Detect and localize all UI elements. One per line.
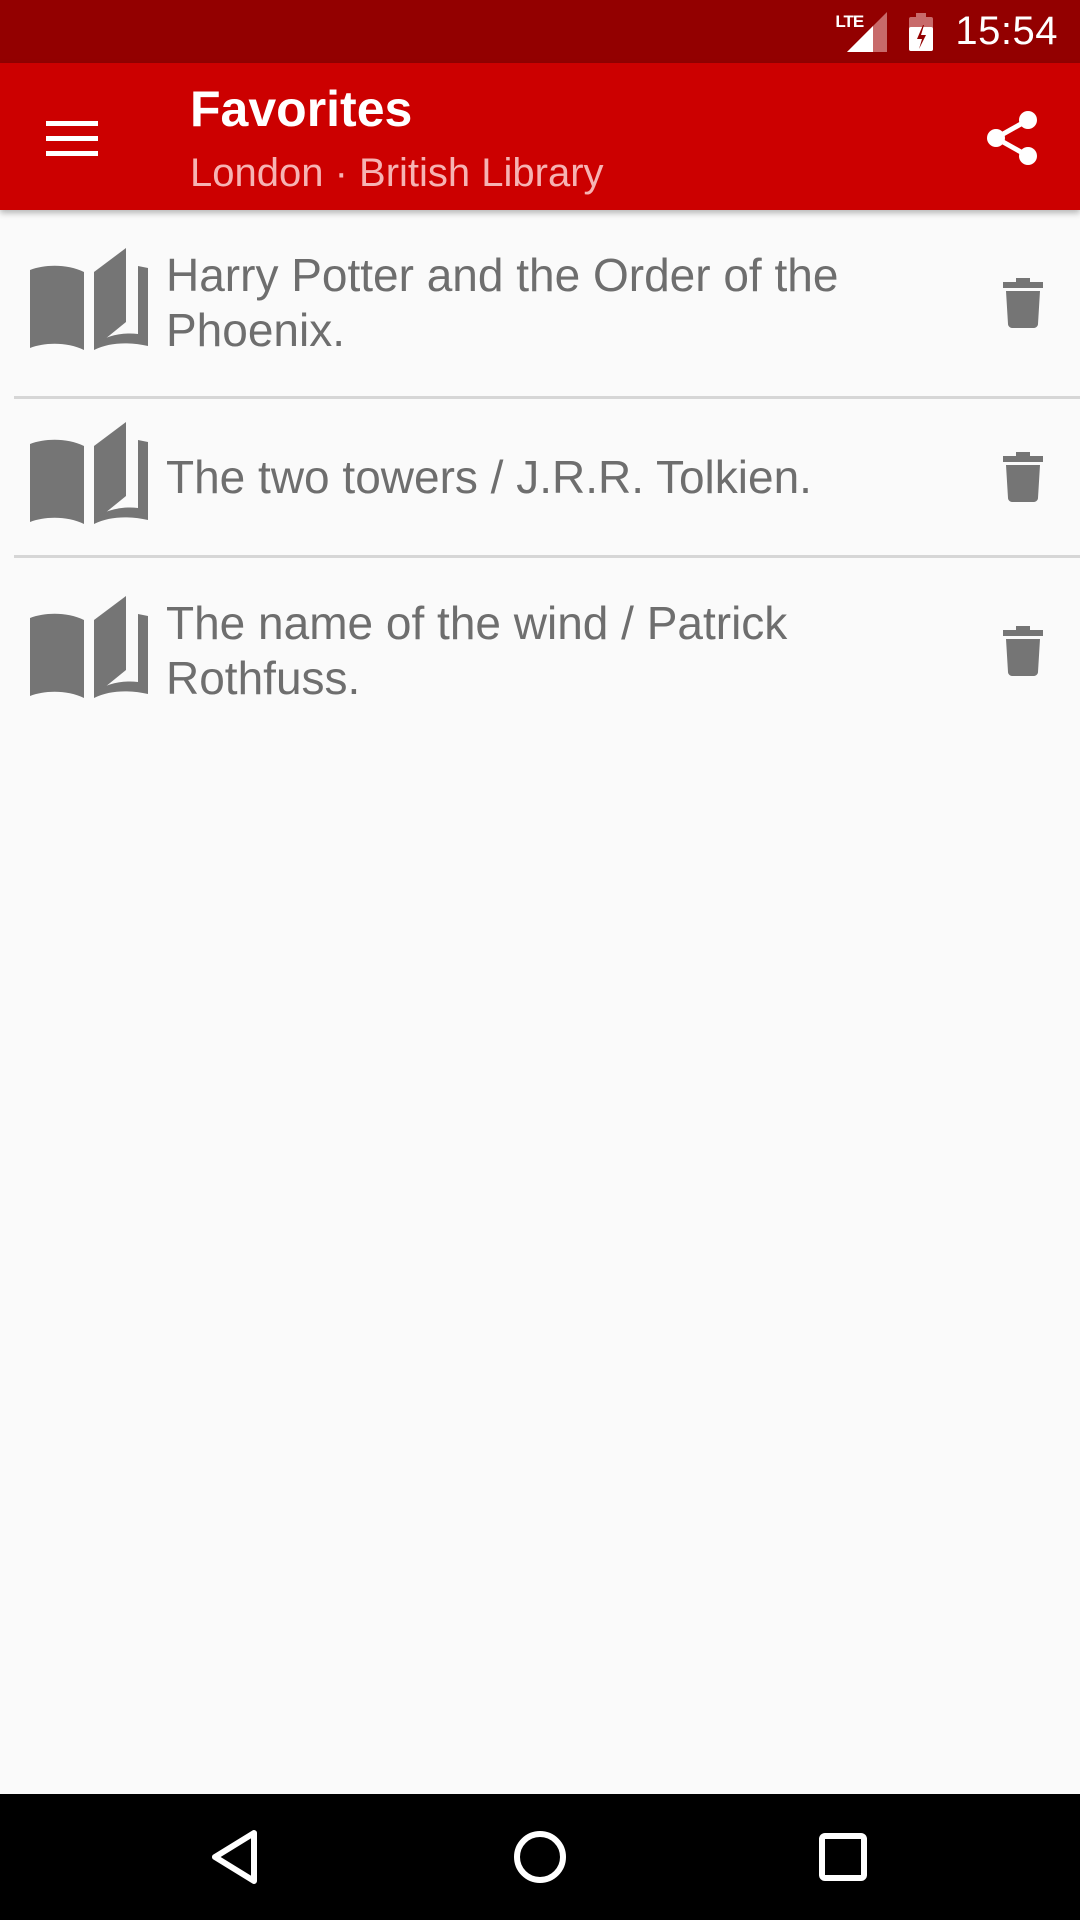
share-button[interactable]: [962, 93, 1062, 183]
favorite-title: The two towers / J.R.R. Tolkien.: [166, 450, 812, 503]
delete-button[interactable]: [985, 432, 1060, 522]
system-nav-bar: [0, 1794, 1080, 1920]
back-triangle-icon: [212, 1830, 257, 1884]
book-icon: [30, 248, 148, 350]
list-item[interactable]: The name of the wind / Patrick Rothfuss.: [0, 558, 1080, 744]
recents-square-icon: [819, 1833, 867, 1881]
network-type-label: LTE: [835, 11, 864, 31]
status-bar: LTE 15:54: [0, 0, 1080, 63]
app-bar: Favorites London · British Library: [0, 63, 1080, 210]
list-item[interactable]: Harry Potter and the Order of the Phoeni…: [0, 210, 1080, 396]
menu-button[interactable]: [22, 93, 122, 183]
lte-signal-icon: LTE: [835, 11, 888, 52]
book-icon: [30, 596, 148, 698]
trash-icon: [1002, 278, 1043, 328]
favorites-list: Harry Potter and the Order of the Phoeni…: [0, 210, 1080, 744]
trash-icon: [1002, 452, 1043, 502]
favorite-title: The name of the wind / Patrick Rothfuss.: [166, 597, 788, 704]
hamburger-menu-icon: [46, 121, 98, 156]
home-button[interactable]: [505, 1822, 575, 1892]
list-item[interactable]: The two towers / J.R.R. Tolkien.: [0, 399, 1080, 555]
home-circle-icon: [514, 1831, 566, 1883]
clock: 15:54: [955, 9, 1058, 53]
book-icon: [30, 422, 148, 524]
recents-button[interactable]: [808, 1822, 878, 1892]
delete-button[interactable]: [985, 258, 1060, 348]
share-icon: [987, 111, 1037, 165]
delete-button[interactable]: [985, 606, 1060, 696]
back-button[interactable]: [200, 1822, 270, 1892]
page-title: Favorites: [190, 81, 413, 137]
battery-icon: [909, 12, 934, 51]
page-subtitle: London · British Library: [190, 151, 604, 195]
favorite-title: Harry Potter and the Order of the Phoeni…: [166, 249, 839, 356]
trash-icon: [1002, 626, 1043, 676]
